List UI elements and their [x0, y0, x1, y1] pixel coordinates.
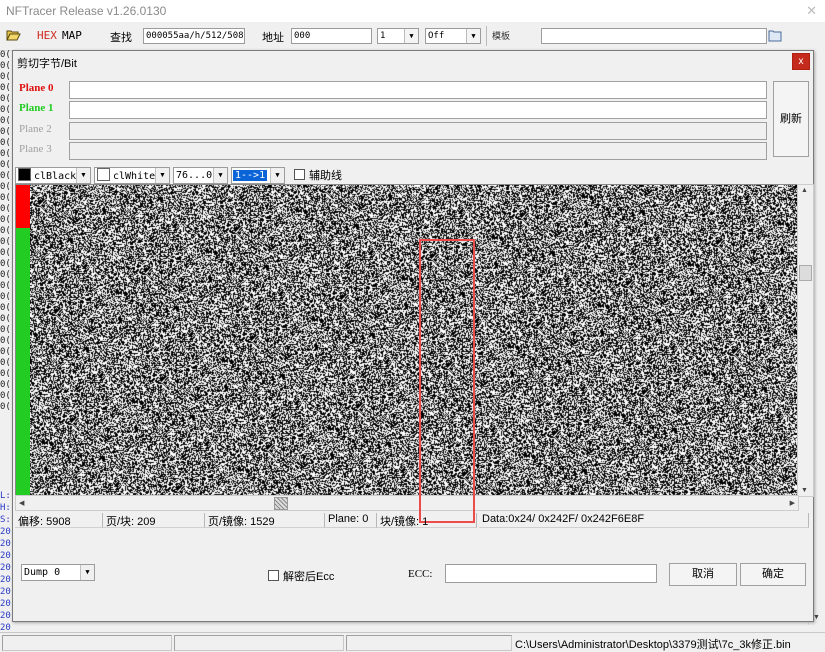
plane-3-label: Plane 3: [19, 143, 52, 155]
dump-value: Dump 0: [24, 567, 61, 578]
page-mirror-info: 页/镜像: 1529: [205, 513, 325, 528]
ecc-label: ECC:: [408, 568, 433, 580]
decrypt-ecc-label: 解密后Ecc: [283, 571, 335, 583]
app-title: NFTracer Release v1.26.0130: [6, 4, 167, 18]
plane-0-label: Plane 0: [19, 82, 54, 94]
guide-label: 辅助线: [309, 170, 342, 182]
chevron-down-icon[interactable]: ▼: [466, 29, 480, 43]
decrypt-ecc-checkbox[interactable]: [268, 570, 279, 581]
addr-label: 地址: [262, 32, 284, 44]
count-value: 1: [380, 31, 386, 41]
offset-info: 偏移: 5908: [15, 513, 103, 528]
bg-color-select[interactable]: clWhite ▼: [94, 167, 170, 184]
bit-map-value: 1-->1: [233, 170, 268, 181]
plane-2-input: [69, 122, 767, 140]
folder-icon[interactable]: [768, 29, 783, 42]
chevron-down-icon[interactable]: ▼: [270, 168, 284, 183]
app-title-bar: NFTracer Release v1.26.0130 ✕: [0, 0, 825, 22]
refresh-button[interactable]: 刷新: [773, 81, 809, 157]
plane-0-input[interactable]: [69, 81, 767, 99]
status-bar: C:\Users\Administrator\Desktop\3379测试\7c…: [0, 632, 825, 651]
bit-view-horizontal-scrollbar[interactable]: ◀ ▶: [15, 495, 799, 511]
plane-1-strip: [16, 228, 30, 496]
page-block-info: 页/块: 209: [103, 513, 205, 528]
folder-open-icon[interactable]: [6, 29, 21, 41]
plane-0-strip: [16, 185, 30, 228]
chevron-down-icon[interactable]: ▼: [404, 29, 418, 43]
plane-1-label: Plane 1: [19, 102, 54, 114]
white-swatch-icon: [97, 168, 110, 181]
address-input[interactable]: 000: [291, 28, 372, 44]
bit-plane-view[interactable]: [15, 184, 799, 497]
black-swatch-icon: [18, 168, 31, 181]
app-close-button[interactable]: ✕: [806, 3, 817, 19]
scroll-down-icon[interactable]: ▼: [813, 614, 820, 621]
bit-map-select[interactable]: 1-->1 ▼: [231, 167, 285, 184]
find-input[interactable]: 000055aa/h/512/508: [143, 28, 245, 44]
scroll-up-icon[interactable]: ▲: [801, 187, 808, 194]
highlight-box: [419, 239, 475, 523]
plane-3-input: [69, 142, 767, 160]
status-panel-3: [346, 635, 512, 651]
plane-info: Plane: 0: [325, 513, 377, 528]
bg-color-value: clWhite: [113, 171, 156, 182]
template-input[interactable]: [541, 28, 767, 44]
plane-1-input[interactable]: [69, 101, 767, 119]
count-select[interactable]: 1 ▼: [377, 28, 419, 44]
scroll-left-icon[interactable]: ◀: [19, 499, 24, 507]
fg-color-select[interactable]: clBlack ▼: [15, 167, 91, 184]
toolbar-divider: [486, 26, 487, 46]
chevron-down-icon[interactable]: ▼: [76, 168, 90, 183]
mode-value: Off: [428, 31, 445, 41]
chevron-down-icon[interactable]: ▼: [155, 168, 169, 183]
map-button[interactable]: MAP: [62, 29, 82, 42]
main-toolbar: HEX MAP 查找 000055aa/h/512/508 地址 000 1 ▼…: [0, 22, 825, 51]
data-info: Data:0x24/ 0x242F/ 0x242F6E8F: [479, 513, 809, 528]
guide-checkbox[interactable]: [294, 169, 305, 180]
status-panel-2: [174, 635, 344, 651]
plane-2-label: Plane 2: [19, 123, 52, 135]
cancel-button[interactable]: 取消: [669, 563, 737, 586]
scroll-thumb[interactable]: [274, 497, 288, 510]
scroll-thumb[interactable]: [799, 265, 812, 281]
dialog-title: 剪切字节/Bit: [17, 58, 77, 70]
scroll-down-icon[interactable]: ▼: [801, 487, 808, 494]
template-label: 模板: [492, 31, 511, 41]
block-mirror-info: 块/镜像: 1: [377, 513, 477, 528]
status-panel-1: [2, 635, 172, 651]
bit-noise-canvas[interactable]: [30, 185, 798, 496]
bit-cut-dialog: 剪切字节/Bit x Plane 0 Plane 1 Plane 2 Plane…: [12, 50, 814, 622]
bit-order-value: 76...0: [176, 170, 213, 181]
scroll-right-icon[interactable]: ▶: [790, 499, 795, 507]
bit-order-select[interactable]: 76...0 ▼: [173, 167, 228, 184]
dialog-close-button[interactable]: x: [792, 53, 810, 70]
chevron-down-icon[interactable]: ▼: [213, 168, 227, 183]
bit-view-vertical-scrollbar[interactable]: ▲ ▼: [797, 184, 814, 497]
ecc-input[interactable]: [445, 564, 657, 583]
mode-select[interactable]: Off ▼: [425, 28, 481, 44]
hex-button[interactable]: HEX: [37, 29, 57, 42]
find-label: 查找: [110, 32, 132, 44]
chevron-down-icon[interactable]: ▼: [80, 565, 94, 580]
dump-select[interactable]: Dump 0 ▼: [21, 564, 95, 581]
ok-button[interactable]: 确定: [740, 563, 806, 586]
fg-color-value: clBlack: [34, 171, 77, 182]
